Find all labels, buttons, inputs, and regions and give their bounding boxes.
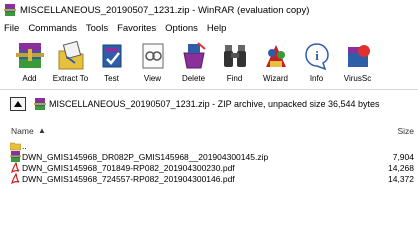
view-label: View [143,74,162,83]
zip-file-icon [10,151,21,162]
add-label: Add [22,74,37,83]
toolbar: Add Extract To Test View Delete Find Wiz… [0,38,418,90]
extract-to-icon [56,40,86,72]
path-bar: MISCELLANEOUS_20190507_1231.zip - ZIP ar… [0,93,418,115]
info-button[interactable]: i Info [297,38,336,88]
virus-scan-icon [343,40,373,72]
file-name: DWN_GMIS145968_724557-RP082_201904300146… [22,173,235,184]
file-list-header: Name ▲ Size [0,124,418,138]
delete-button[interactable]: Delete [174,38,213,88]
winrar-app-icon [4,4,16,16]
wizard-button[interactable]: Wizard [256,38,295,88]
file-name: DWN_GMIS145968_701849-RP082_201904300230… [22,162,235,173]
list-item[interactable]: DWN_GMIS145968_701849-RP082_201904300230… [0,161,418,174]
extract-to-button[interactable]: Extract To [51,38,90,88]
sort-ascending-icon: ▲ [38,126,46,135]
folder-up-icon [9,140,22,151]
file-size: 14,372 [388,173,414,184]
wizard-icon [261,40,291,72]
menu-commands[interactable]: Commands [28,23,77,34]
archive-path: MISCELLANEOUS_20190507_1231.zip - ZIP ar… [49,99,380,109]
view-icon [138,40,168,72]
add-button[interactable]: Add [10,38,49,88]
archive-icon [34,98,46,110]
file-size: 7,904 [392,151,414,162]
list-item[interactable]: DWN_GMIS145968_724557-RP082_201904300146… [0,172,418,185]
extract-to-label: Extract To [52,74,89,83]
column-name[interactable]: Name [11,126,34,136]
menu-tools[interactable]: Tools [86,23,108,34]
virus-scan-button[interactable]: VirusSc [338,38,377,88]
menu-options[interactable]: Options [165,23,198,34]
file-size: 14,268 [388,162,414,173]
menu-file[interactable]: File [4,23,19,34]
test-icon [97,40,127,72]
window-title: MISCELLANEOUS_20190507_1231.zip - WinRAR… [20,4,310,16]
svg-text:i: i [315,48,319,63]
view-button[interactable]: View [133,38,172,88]
menu-favorites[interactable]: Favorites [117,23,156,34]
test-label: Test [104,74,119,83]
wizard-label: Wizard [263,74,288,83]
menu-help[interactable]: Help [207,23,227,34]
info-label: Info [309,74,324,83]
add-icon [15,40,45,72]
find-button[interactable]: Find [215,38,254,88]
pdf-file-icon [10,172,21,185]
find-icon [220,40,250,72]
column-size[interactable]: Size [397,126,414,136]
pdf-file-icon [10,161,21,174]
up-arrow-icon [14,100,22,107]
test-button[interactable]: Test [92,38,131,88]
list-item[interactable]: .. [0,140,418,151]
menu-bar: File Commands Tools Favorites Options He… [0,20,418,37]
virus-scan-label: VirusSc [343,74,372,83]
find-label: Find [226,74,243,83]
file-name: .. [22,140,27,151]
list-item[interactable]: DWN_GMIS145968_DR082P_GMIS145968__201904… [0,151,418,162]
delete-label: Delete [181,74,206,83]
info-icon: i [302,40,332,72]
up-one-level-button[interactable] [10,97,26,111]
title-bar: MISCELLANEOUS_20190507_1231.zip - WinRAR… [0,0,418,20]
file-list: .. DWN_GMIS145968_DR082P_GMIS145968__201… [0,140,418,185]
file-name: DWN_GMIS145968_DR082P_GMIS145968__201904… [22,151,269,162]
delete-icon [179,40,209,72]
